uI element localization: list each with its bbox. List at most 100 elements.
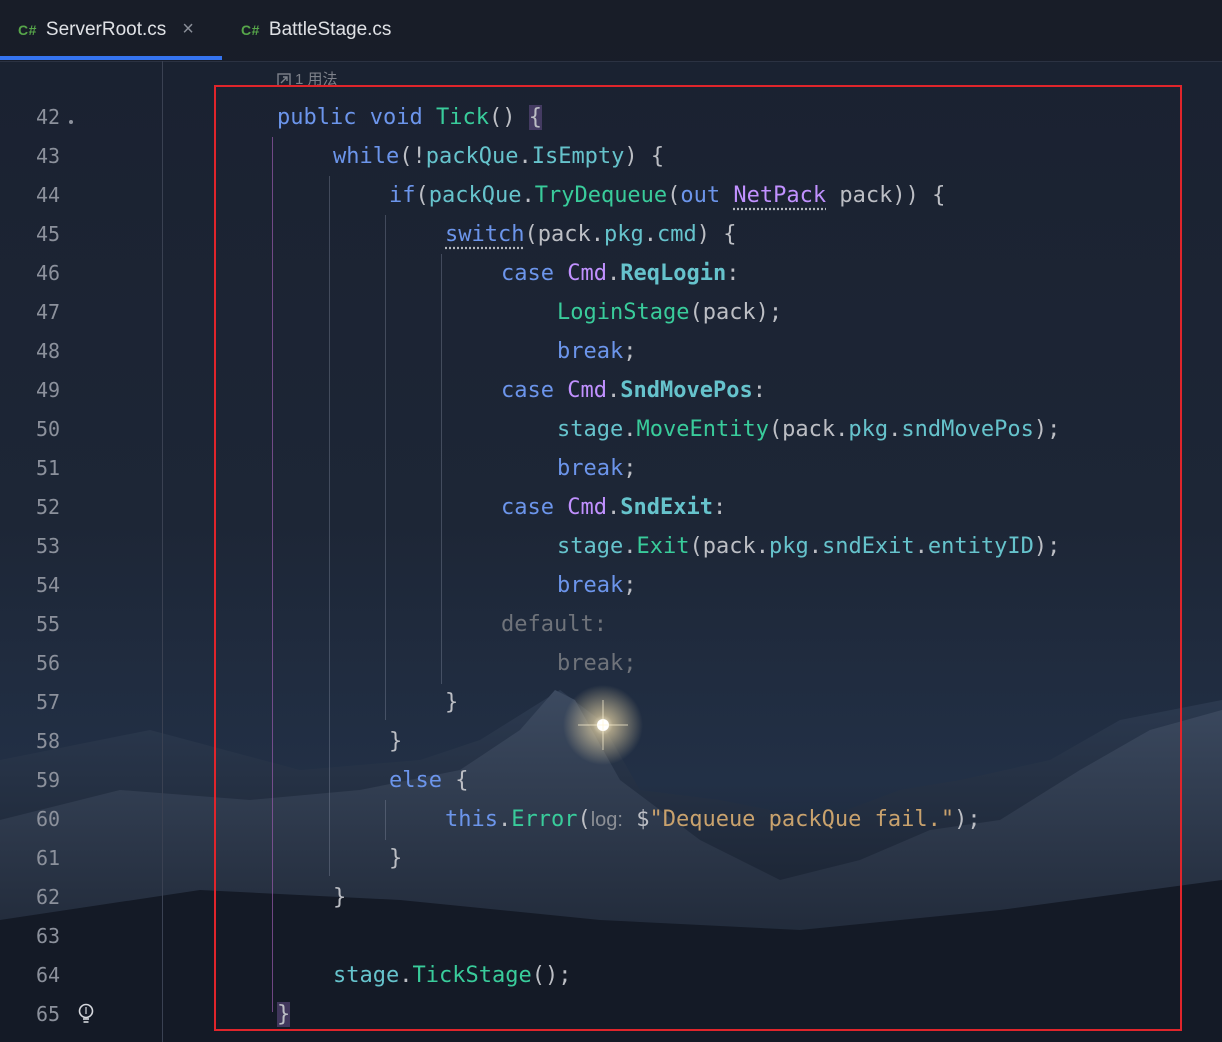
code-line-49[interactable]: case Cmd.SndMovePos: [501, 371, 766, 410]
field-name: stage [557, 534, 624, 559]
code-line-50[interactable]: stage.MoveEntity(pack.pkg.sndMovePos); [557, 410, 1060, 449]
method-name: TickStage [412, 963, 532, 988]
punctuation: : [726, 261, 740, 286]
code-text: pack)) { [826, 183, 946, 208]
method-name: Exit [636, 534, 690, 559]
punctuation: { [441, 768, 469, 793]
punctuation: ( [415, 183, 429, 208]
punctuation: () [488, 105, 516, 130]
method-name: Tick [435, 105, 489, 130]
punctuation: . [521, 183, 535, 208]
keyword: break [557, 573, 624, 598]
code-line-56[interactable]: break; [557, 644, 636, 683]
keyword: else [389, 768, 442, 793]
code-line-47[interactable]: LoginStage(pack); [557, 293, 782, 332]
field-name: stage [333, 963, 400, 988]
code-line-57[interactable]: } [445, 683, 458, 722]
keyword: while [333, 144, 400, 169]
code-line-54[interactable]: break; [557, 566, 636, 605]
enum-member: SndExit [620, 495, 713, 520]
enum-member: ReqLogin [620, 261, 727, 286]
code-line-48[interactable]: break; [557, 332, 636, 371]
punctuation: . [643, 222, 657, 247]
interpolation-prefix: $ [622, 807, 650, 832]
punctuation: ( [577, 807, 591, 832]
punctuation: (! [399, 144, 426, 169]
closing-brace: } [389, 729, 403, 754]
closing-brace: } [333, 885, 347, 910]
punctuation: . [914, 534, 928, 559]
type-name: NetPack [733, 183, 827, 208]
property-name: IsEmpty [531, 144, 625, 169]
punctuation: ) { [624, 144, 665, 169]
code-line-52[interactable]: case Cmd.SndExit: [501, 488, 726, 527]
punctuation: ); [954, 807, 981, 832]
punctuation: ( [667, 183, 681, 208]
enum-member: SndMovePos [620, 378, 753, 403]
code-line-55[interactable]: default: [501, 605, 607, 644]
field-name: packQue [425, 144, 519, 169]
punctuation: . [623, 417, 637, 442]
code-line-45[interactable]: switch(pack.pkg.cmd) { [445, 215, 736, 254]
field-name: pkg [603, 222, 644, 247]
punctuation: . [518, 144, 532, 169]
code-text: (pack); [689, 300, 783, 325]
code-line-46[interactable]: case Cmd.ReqLogin: [501, 254, 739, 293]
matched-brace: } [277, 1002, 291, 1027]
field-name: cmd [656, 222, 697, 247]
field-name: stage [557, 417, 624, 442]
punctuation: . [399, 963, 413, 988]
code-line-43[interactable]: while(!packQue.IsEmpty) { [333, 137, 664, 176]
type-name: Cmd [567, 378, 607, 403]
code-line-44[interactable]: if(packQue.TryDequeue(out NetPack pack))… [389, 176, 945, 215]
punctuation: : [712, 495, 727, 520]
code-line-58[interactable]: } [389, 722, 402, 761]
matched-brace: { [528, 105, 542, 130]
code-line-42[interactable]: public void Tick() { [277, 98, 542, 137]
code-line-53[interactable]: stage.Exit(pack.pkg.sndExit.entityID); [557, 527, 1060, 566]
field-name: pkg [768, 534, 809, 559]
code-line-51[interactable]: break; [557, 449, 636, 488]
keyword: break [557, 339, 624, 364]
keyword: case [501, 495, 554, 520]
code-line-62[interactable]: } [333, 878, 346, 917]
punctuation: : [752, 378, 766, 403]
punctuation: . [888, 417, 902, 442]
method-name: Error [511, 807, 578, 832]
code-line-61[interactable]: } [389, 839, 402, 878]
punctuation: ) { [696, 222, 737, 247]
code-editor[interactable]: public void Tick() { while(!packQue.IsEm… [0, 0, 1222, 1042]
keyword: case [501, 261, 554, 286]
punctuation: ; [623, 339, 637, 364]
keyword: out [680, 183, 721, 208]
closing-brace: } [389, 846, 403, 871]
closing-brace: } [445, 690, 459, 715]
punctuation: . [623, 534, 637, 559]
type-name: Cmd [567, 495, 607, 520]
keyword: if [389, 183, 416, 208]
method-name: MoveEntity [636, 417, 769, 442]
code-line-59[interactable]: else { [389, 761, 468, 800]
code-line-64[interactable]: stage.TickStage(); [333, 956, 571, 995]
keyword: this [445, 807, 498, 832]
type-name: Cmd [567, 261, 607, 286]
method-name: LoginStage [557, 300, 690, 325]
keyword: void [369, 105, 423, 130]
unreachable-code: default: [501, 612, 607, 637]
keyword: case [501, 378, 554, 403]
code-line-60[interactable]: this.Error(log: $"Dequeue packQue fail."… [445, 800, 981, 839]
unreachable-code: break; [557, 651, 637, 676]
keyword: switch [445, 222, 525, 247]
field-name: sndExit [821, 534, 915, 559]
punctuation: . [497, 807, 512, 832]
string-literal: "Dequeue packQue fail." [649, 807, 955, 832]
punctuation: ; [623, 573, 637, 598]
parameter-hint: log: [590, 809, 623, 831]
method-name: TryDequeue [534, 183, 668, 208]
punctuation: (); [531, 963, 572, 988]
field-name: packQue [428, 183, 522, 208]
code-line-65[interactable]: } [277, 995, 291, 1034]
code-text: (pack. [768, 417, 849, 442]
punctuation: . [606, 495, 621, 520]
field-name: entityID [927, 534, 1034, 559]
